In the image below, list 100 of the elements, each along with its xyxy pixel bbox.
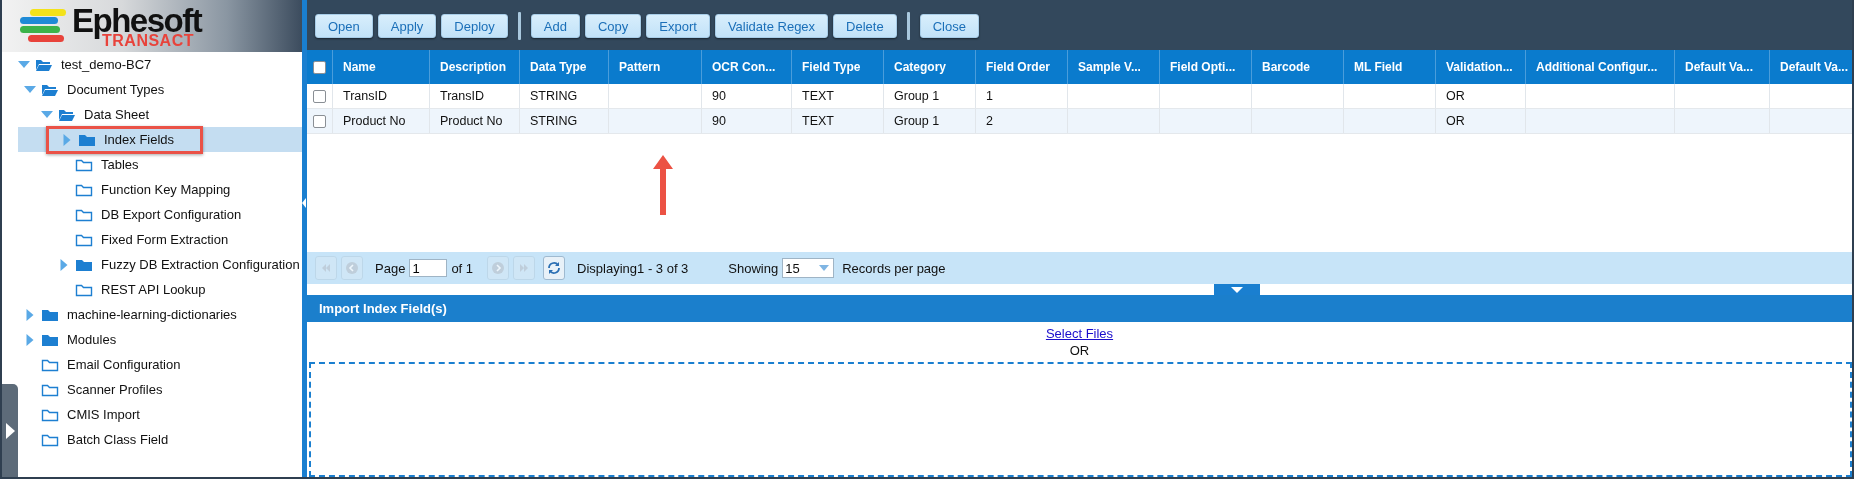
table-cell: OR xyxy=(1446,114,1465,128)
tree-item-label: Modules xyxy=(67,332,117,347)
table-cell: TransID xyxy=(343,89,387,103)
tree-item[interactable]: test_demo-BC7 xyxy=(18,52,302,77)
tree-item-label: machine-learning-dictionaries xyxy=(67,307,237,322)
tree-item-label: test_demo-BC7 xyxy=(61,57,152,72)
table-cell: 1 xyxy=(986,89,993,103)
folder-icon xyxy=(41,332,59,347)
tree-item-label: Function Key Mapping xyxy=(101,182,231,197)
folder-icon xyxy=(75,157,93,172)
tree-item[interactable]: Modules xyxy=(18,327,302,352)
table-cell: Product No xyxy=(440,114,503,128)
tree-item[interactable]: Fixed Form Extraction xyxy=(18,227,302,252)
toolbar-button[interactable]: Add xyxy=(530,14,580,38)
folder-icon xyxy=(41,407,59,422)
table-cell: STRING xyxy=(530,89,578,103)
page-field[interactable]: 1 xyxy=(409,259,448,277)
table-cell: STRING xyxy=(530,114,578,128)
tree-item[interactable]: Data Sheet xyxy=(18,102,302,127)
tree-item[interactable]: machine-learning-dictionaries xyxy=(18,302,302,327)
select-all-checkbox[interactable] xyxy=(313,60,326,74)
table-cell: Group 1 xyxy=(894,89,940,103)
table-cell: TransID xyxy=(440,89,484,103)
folder-icon xyxy=(78,132,96,147)
table-cell: OR xyxy=(1446,89,1465,103)
collapse-tab-icon[interactable] xyxy=(1214,284,1260,295)
row-checkbox[interactable] xyxy=(313,89,326,103)
table-cell: TEXT xyxy=(802,89,834,103)
folder-icon xyxy=(75,182,93,197)
toolbar-button[interactable]: Close xyxy=(919,14,979,38)
collapse-arrow-icon[interactable] xyxy=(41,110,53,119)
tree-item-label: DB Export Configuration xyxy=(101,207,242,222)
page-count: of 1 xyxy=(451,260,474,276)
folder-icon xyxy=(75,232,93,247)
expand-arrow-icon xyxy=(5,422,15,439)
tree-item-label: Data Sheet xyxy=(84,107,150,122)
tree-item[interactable]: Document Types xyxy=(18,77,302,102)
arrow-drawing xyxy=(653,155,673,215)
toolbar-button[interactable]: Deploy xyxy=(441,14,508,38)
folder-icon xyxy=(41,432,59,447)
tree-item-label: Scanner Profiles xyxy=(67,382,163,397)
page-size-dropdown[interactable]: 15 xyxy=(782,258,835,278)
toolbar-button[interactable]: Open xyxy=(315,14,373,38)
tree-item[interactable]: Fuzzy DB Extraction Configuration xyxy=(18,252,302,277)
table-cell: 90 xyxy=(712,89,726,103)
collapse-arrow-icon[interactable] xyxy=(24,85,36,94)
tree-item-label: CMIS Import xyxy=(67,407,140,422)
tree-item-label: Fuzzy DB Extraction Configuration xyxy=(101,257,300,272)
refresh-button[interactable] xyxy=(543,256,566,280)
display-info: Displaying1 - 3 of 3 xyxy=(577,260,689,276)
table-cell: Product No xyxy=(343,114,406,128)
tree-item[interactable]: CMIS Import xyxy=(18,402,302,427)
records-label: Records per page xyxy=(842,260,946,276)
toolbar-button[interactable]: Apply xyxy=(377,14,437,38)
tree-item-label: Fixed Form Extraction xyxy=(101,232,229,247)
toolbar-button[interactable]: Copy xyxy=(584,14,642,38)
folder-icon xyxy=(41,382,59,397)
toolbar-button[interactable]: Export xyxy=(646,14,710,38)
tree-item-label: Index Fields xyxy=(104,132,175,147)
dropdown-arrow-icon xyxy=(819,265,830,271)
page-label: Page xyxy=(375,260,406,276)
table-cell: TEXT xyxy=(802,114,834,128)
tree-item-label: Email Configuration xyxy=(67,357,181,372)
or-label: OR xyxy=(1069,343,1090,358)
panel-handle[interactable] xyxy=(2,384,18,477)
expand-arrow-icon[interactable] xyxy=(58,258,70,271)
open-folder-icon xyxy=(41,82,59,97)
toolbar-button[interactable]: Validate Regex xyxy=(714,14,829,38)
tree-item[interactable]: Email Configuration xyxy=(18,352,302,377)
drop-zone[interactable] xyxy=(309,362,1852,477)
folder-icon xyxy=(75,282,93,297)
table-cell: Group 1 xyxy=(894,114,940,128)
tree-item[interactable]: Scanner Profiles xyxy=(18,377,302,402)
tree-item-label: REST API Lookup xyxy=(101,282,206,297)
tree-item-label: Batch Class Field xyxy=(67,432,169,447)
select-files-link[interactable]: Select Files xyxy=(1045,326,1114,341)
tree-item[interactable]: REST API Lookup xyxy=(18,277,302,302)
expand-arrow-icon[interactable] xyxy=(61,133,73,146)
tree-item-label: Tables xyxy=(101,157,139,172)
expand-arrow-icon[interactable] xyxy=(24,333,36,346)
folder-icon xyxy=(75,257,93,272)
tree-item[interactable]: Tables xyxy=(18,152,302,177)
tree-item[interactable]: Index Fields xyxy=(18,127,302,152)
expand-arrow-icon[interactable] xyxy=(24,308,36,321)
section-header: Import Index Field(s) xyxy=(307,295,1852,322)
previous-icon xyxy=(343,259,361,277)
open-folder-icon xyxy=(58,107,76,122)
tree-item-label: Document Types xyxy=(67,82,165,97)
open-folder-icon xyxy=(35,57,53,72)
row-checkbox[interactable] xyxy=(313,114,326,128)
collapse-arrow-icon[interactable] xyxy=(18,60,30,69)
tree-item[interactable]: Function Key Mapping xyxy=(18,177,302,202)
showing-label: Showing xyxy=(728,260,779,276)
table-cell: 2 xyxy=(986,114,993,128)
tree-item[interactable]: Batch Class Field xyxy=(18,427,302,452)
tree-item[interactable]: DB Export Configuration xyxy=(18,202,302,227)
folder-icon xyxy=(41,307,59,322)
table-cell: 90 xyxy=(712,114,726,128)
folder-icon xyxy=(41,357,59,372)
toolbar-button[interactable]: Delete xyxy=(833,14,897,38)
